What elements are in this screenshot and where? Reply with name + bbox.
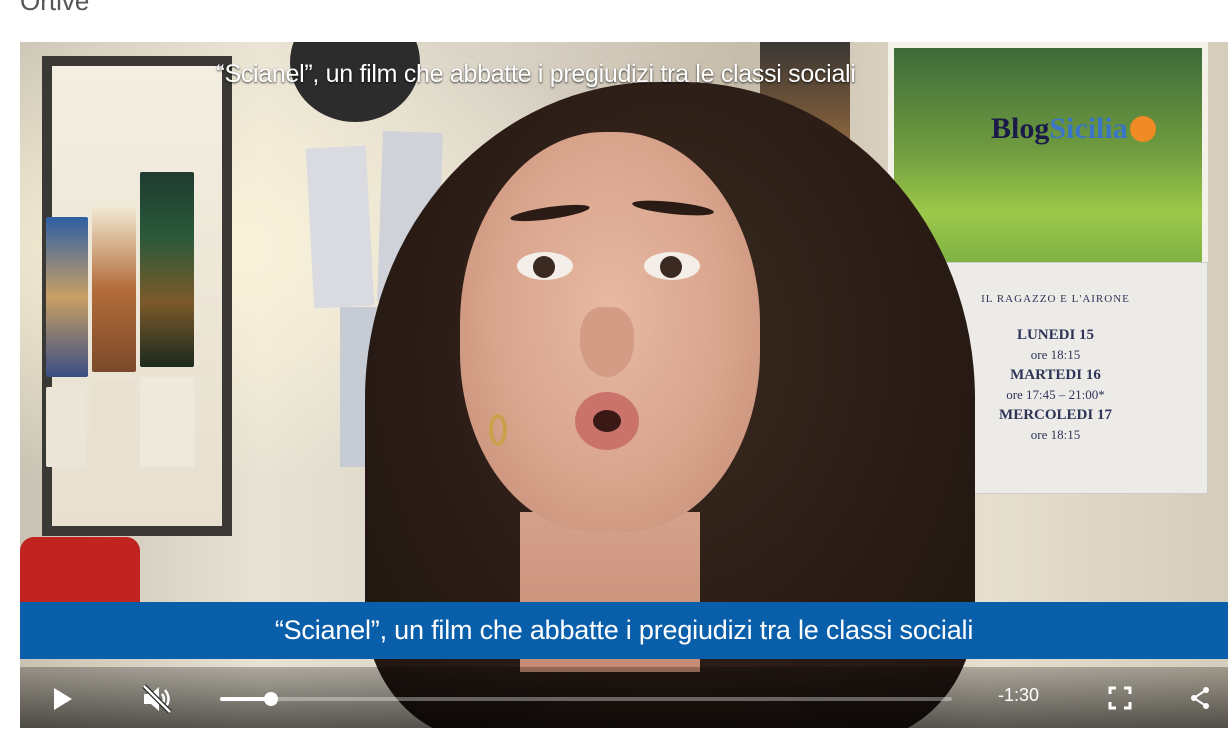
progress-bar[interactable] (220, 692, 952, 706)
play-button[interactable] (48, 685, 76, 713)
earring (489, 414, 507, 446)
notice-paper (305, 145, 375, 309)
eye (517, 252, 573, 280)
caption-bar: “Scianel”, un film che abbatte i pregiud… (20, 602, 1228, 659)
nose (580, 307, 634, 377)
movie-poster (46, 217, 88, 377)
fullscreen-button[interactable] (1107, 685, 1133, 711)
logo-text-blog: Blog (991, 112, 1050, 145)
play-icon (54, 688, 72, 710)
movie-poster (92, 207, 136, 372)
control-bar: -1:30 (20, 667, 1228, 728)
blogsicilia-logo: Blog Sicilia (991, 112, 1156, 146)
video-title: “Scianel”, un film che abbatte i pregiud… (216, 60, 856, 88)
mute-button[interactable] (140, 683, 174, 715)
logo-dot-icon (1129, 116, 1156, 142)
progress-handle[interactable] (264, 692, 279, 706)
progress-track (220, 697, 952, 701)
page-heading: Ortive" (20, 0, 99, 16)
movie-poster (140, 172, 194, 367)
logo-text-sicilia: Sicilia (1049, 112, 1128, 145)
fullscreen-icon (1108, 686, 1132, 710)
notice-paper (92, 382, 136, 462)
notice-paper (46, 387, 86, 467)
share-icon (1191, 687, 1209, 709)
mouth (575, 392, 639, 450)
volume-muted-icon (142, 684, 172, 714)
time-remaining: -1:30 (998, 685, 1040, 705)
share-button[interactable] (1188, 685, 1212, 711)
eye (644, 252, 700, 280)
video-player[interactable]: IL RAGAZZO E L'AIRONE LUNEDI 15 ore 18:1… (20, 42, 1228, 728)
caption-text: “Scianel”, un film che abbatte i pregiud… (274, 615, 974, 645)
notice-paper (140, 377, 194, 467)
